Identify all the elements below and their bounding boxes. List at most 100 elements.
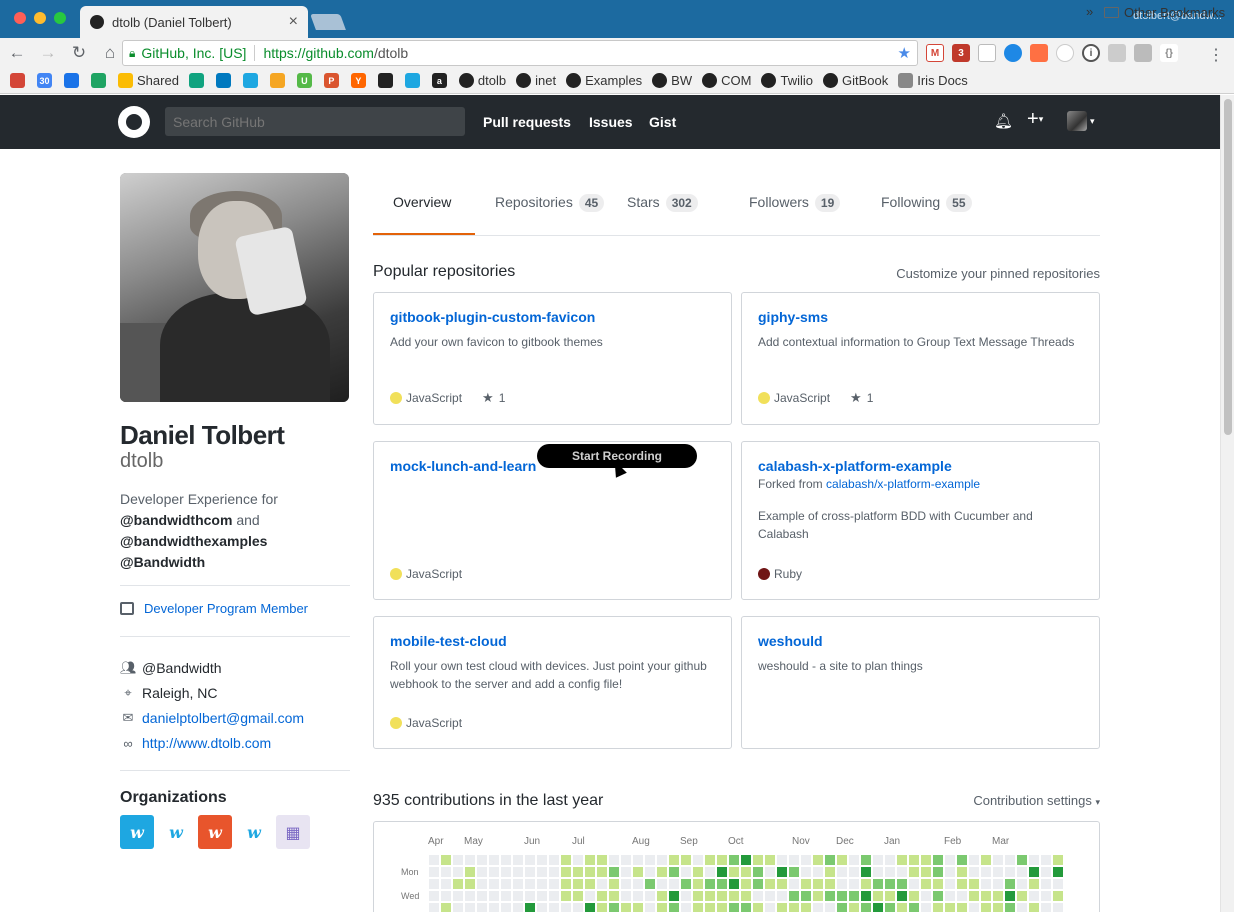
contribution-day-cell[interactable] bbox=[597, 903, 607, 912]
contribution-day-cell[interactable] bbox=[717, 891, 727, 901]
contribution-day-cell[interactable] bbox=[705, 867, 715, 877]
contribution-day-cell[interactable] bbox=[429, 879, 439, 889]
contribution-day-cell[interactable] bbox=[477, 867, 487, 877]
contribution-day-cell[interactable] bbox=[1017, 879, 1027, 889]
repo-name-link[interactable]: calabash-x-platform-example bbox=[758, 458, 1083, 474]
contribution-day-cell[interactable] bbox=[873, 903, 883, 912]
contribution-day-cell[interactable] bbox=[1053, 855, 1063, 865]
contribution-day-cell[interactable] bbox=[777, 879, 787, 889]
contribution-day-cell[interactable] bbox=[945, 867, 955, 877]
contribution-day-cell[interactable] bbox=[1053, 879, 1063, 889]
contribution-day-cell[interactable] bbox=[957, 855, 967, 865]
contribution-day-cell[interactable] bbox=[609, 855, 619, 865]
contribution-day-cell[interactable] bbox=[741, 903, 751, 912]
email-link[interactable]: danielptolbert@gmail.com bbox=[142, 710, 304, 726]
contribution-day-cell[interactable] bbox=[657, 903, 667, 912]
contribution-day-cell[interactable] bbox=[633, 867, 643, 877]
contribution-day-cell[interactable] bbox=[645, 867, 655, 877]
contribution-day-cell[interactable] bbox=[969, 867, 979, 877]
company-label[interactable]: @Bandwidth bbox=[142, 660, 222, 676]
contribution-day-cell[interactable] bbox=[681, 867, 691, 877]
contribution-day-cell[interactable] bbox=[789, 855, 799, 865]
contribution-day-cell[interactable] bbox=[429, 903, 439, 912]
contribution-day-cell[interactable] bbox=[561, 903, 571, 912]
contribution-day-cell[interactable] bbox=[849, 903, 859, 912]
contribution-day-cell[interactable] bbox=[585, 903, 595, 912]
repo-name-link[interactable]: gitbook-plugin-custom-favicon bbox=[390, 309, 715, 325]
contribution-day-cell[interactable] bbox=[861, 867, 871, 877]
contribution-day-cell[interactable] bbox=[513, 903, 523, 912]
contribution-day-cell[interactable] bbox=[765, 855, 775, 865]
contribution-day-cell[interactable] bbox=[561, 891, 571, 901]
contribution-day-cell[interactable] bbox=[969, 879, 979, 889]
contribution-day-cell[interactable] bbox=[897, 867, 907, 877]
contribution-day-cell[interactable] bbox=[1041, 867, 1051, 877]
contribution-day-cell[interactable] bbox=[837, 867, 847, 877]
contribution-day-cell[interactable] bbox=[525, 855, 535, 865]
contribution-day-cell[interactable] bbox=[777, 903, 787, 912]
repo-star-count[interactable]: 1 bbox=[867, 391, 874, 405]
contribution-day-cell[interactable] bbox=[837, 879, 847, 889]
bio-mention-bandwidth[interactable]: @Bandwidth bbox=[120, 554, 205, 570]
bookmark-item[interactable] bbox=[242, 73, 262, 88]
contribution-day-cell[interactable] bbox=[993, 891, 1003, 901]
repo-name-link[interactable]: giphy-sms bbox=[758, 309, 1083, 325]
contribution-day-cell[interactable] bbox=[813, 867, 823, 877]
contribution-day-cell[interactable] bbox=[501, 879, 511, 889]
contribution-day-cell[interactable] bbox=[609, 867, 619, 877]
contribution-day-cell[interactable] bbox=[669, 903, 679, 912]
organization-avatar[interactable]: w bbox=[198, 815, 232, 849]
contribution-day-cell[interactable] bbox=[933, 879, 943, 889]
contribution-day-cell[interactable] bbox=[705, 855, 715, 865]
contribution-day-cell[interactable] bbox=[621, 867, 631, 877]
contribution-day-cell[interactable] bbox=[705, 879, 715, 889]
contribution-day-cell[interactable] bbox=[621, 879, 631, 889]
contribution-day-cell[interactable] bbox=[705, 891, 715, 901]
contribution-day-cell[interactable] bbox=[465, 903, 475, 912]
contribution-day-cell[interactable] bbox=[717, 867, 727, 877]
bookmarks-overflow-icon[interactable]: » bbox=[1086, 4, 1093, 19]
bookmark-item[interactable] bbox=[64, 73, 83, 88]
contribution-day-cell[interactable] bbox=[837, 903, 847, 912]
contribution-day-cell[interactable] bbox=[561, 879, 571, 889]
dropbox-extension-icon[interactable] bbox=[1134, 44, 1152, 62]
bookmark-item[interactable] bbox=[188, 73, 208, 88]
contribution-day-cell[interactable] bbox=[717, 855, 727, 865]
contribution-day-cell[interactable] bbox=[465, 879, 475, 889]
contribution-day-cell[interactable] bbox=[921, 879, 931, 889]
contribution-day-cell[interactable] bbox=[969, 903, 979, 912]
contribution-day-cell[interactable] bbox=[753, 879, 763, 889]
bookmark-item[interactable]: Y bbox=[350, 73, 370, 88]
contribution-day-cell[interactable] bbox=[825, 879, 835, 889]
contribution-day-cell[interactable] bbox=[609, 891, 619, 901]
address-bar[interactable]: 🔒︎ GitHub, Inc. [US] https://github.com … bbox=[122, 40, 918, 66]
contribution-day-cell[interactable] bbox=[993, 867, 1003, 877]
tab-overview[interactable]: Overview bbox=[373, 173, 475, 235]
contribution-day-cell[interactable] bbox=[465, 855, 475, 865]
tab-stars[interactable]: Stars 302 bbox=[607, 173, 729, 235]
other-bookmarks-folder[interactable]: Other Bookmarks bbox=[1104, 5, 1225, 20]
contribution-day-cell[interactable] bbox=[1005, 855, 1015, 865]
nav-gist[interactable]: Gist bbox=[649, 114, 676, 130]
contribution-day-cell[interactable] bbox=[1041, 903, 1051, 912]
contribution-day-cell[interactable] bbox=[825, 903, 835, 912]
tab-following[interactable]: Following 55 bbox=[861, 173, 981, 235]
bio-mention-bandwidthcom[interactable]: @bandwidthcom bbox=[120, 512, 232, 528]
back-arrow-icon[interactable]: ← bbox=[3, 43, 31, 63]
contribution-day-cell[interactable] bbox=[957, 891, 967, 901]
ublock-extension-icon[interactable]: 3 bbox=[952, 44, 970, 62]
user-menu-dropdown[interactable]: ▾ bbox=[1067, 111, 1095, 131]
repo-name-link[interactable]: weshould bbox=[758, 633, 1083, 649]
contribution-day-cell[interactable] bbox=[921, 855, 931, 865]
contribution-day-cell[interactable] bbox=[1029, 867, 1039, 877]
contribution-day-cell[interactable] bbox=[765, 867, 775, 877]
contribution-day-cell[interactable] bbox=[669, 891, 679, 901]
contribution-day-cell[interactable] bbox=[1017, 903, 1027, 912]
contribution-day-cell[interactable] bbox=[981, 867, 991, 877]
contribution-day-cell[interactable] bbox=[1041, 879, 1051, 889]
contribution-day-cell[interactable] bbox=[441, 903, 451, 912]
contribution-day-cell[interactable] bbox=[561, 855, 571, 865]
contribution-day-cell[interactable] bbox=[477, 903, 487, 912]
contribution-day-cell[interactable] bbox=[573, 879, 583, 889]
contribution-day-cell[interactable] bbox=[945, 903, 955, 912]
